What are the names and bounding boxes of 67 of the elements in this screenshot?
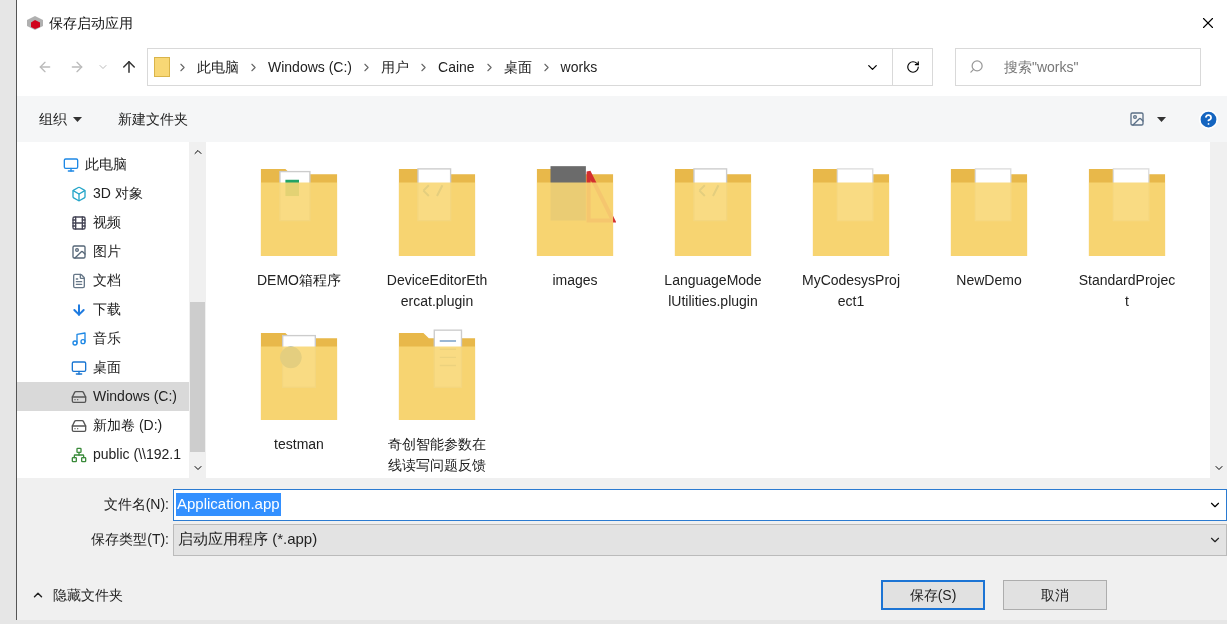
- picture-icon: [1129, 111, 1145, 127]
- folder-item[interactable]: 奇创智能参数在 线读写问题反馈: [368, 322, 506, 482]
- new-folder-button[interactable]: 新建文件夹: [118, 108, 188, 130]
- monitor-icon: [63, 156, 79, 173]
- drive-icon: [71, 388, 87, 405]
- folder-item[interactable]: images: [506, 158, 644, 318]
- sidebar-item[interactable]: 新加卷 (D:): [17, 411, 189, 440]
- sidebar-item[interactable]: 视频: [17, 208, 189, 237]
- sidebar-item[interactable]: 此电脑: [17, 150, 189, 179]
- cancel-button[interactable]: 取消: [1003, 580, 1107, 610]
- folder-item[interactable]: StandardProjec t: [1058, 158, 1196, 318]
- folder-name: MyCodesysProj ect1: [802, 271, 900, 311]
- help-icon[interactable]: [1198, 108, 1219, 130]
- network-drive-icon: [71, 446, 87, 463]
- save-button[interactable]: 保存(S): [881, 580, 985, 610]
- breadcrumb-item[interactable]: 桌面: [501, 56, 534, 78]
- search-icon: [969, 59, 984, 74]
- sidebar-item[interactable]: 3D 对象: [17, 179, 189, 208]
- cube-icon: [71, 185, 87, 202]
- folder-item[interactable]: NewDemo: [920, 158, 1058, 318]
- sidebar-item[interactable]: 音乐: [17, 324, 189, 353]
- caret-icon: [73, 116, 82, 122]
- caret-icon: [1157, 116, 1166, 122]
- folder-item[interactable]: DeviceEditorEth ercat.plugin: [368, 158, 506, 318]
- hide-folders-button[interactable]: 隐藏文件夹: [31, 584, 123, 606]
- folder-name: StandardProjec t: [1078, 271, 1176, 311]
- file-type-dropdown[interactable]: 启动应用程序 (*.app): [173, 523, 1227, 556]
- scrollbar-thumb[interactable]: [190, 302, 205, 452]
- download-icon: [71, 301, 87, 318]
- window-title: 保存启动应用: [49, 13, 133, 33]
- view-options-button[interactable]: [1129, 111, 1166, 127]
- breadcrumb-item[interactable]: 用户: [379, 56, 411, 78]
- folder-icon: [154, 57, 170, 77]
- sidebar-item[interactable]: 图片: [17, 237, 189, 266]
- picture-icon: [71, 243, 87, 260]
- search-field[interactable]: 搜索"works": [955, 48, 1201, 86]
- sidebar-item[interactable]: 文档: [17, 266, 189, 295]
- document-icon: [71, 272, 87, 289]
- sidebar-item[interactable]: 桌面: [17, 353, 189, 382]
- folder-name: 奇创智能参数在 线读写问题反馈: [388, 435, 486, 475]
- folder-item[interactable]: MyCodesysProj ect1: [782, 158, 920, 318]
- folder-item[interactable]: LanguageMode lUtilities.plugin: [644, 158, 782, 318]
- refresh-icon[interactable]: [905, 60, 920, 74]
- sidebar-item[interactable]: 下载: [17, 295, 189, 324]
- folder-name: DeviceEditorEth ercat.plugin: [386, 271, 488, 311]
- folder-item[interactable]: testman: [230, 322, 368, 482]
- sidebar-item[interactable]: public (\\192.1: [17, 440, 189, 469]
- breadcrumb-item[interactable]: Windows (C:): [266, 56, 354, 78]
- desktop-icon: [71, 359, 87, 376]
- drive-icon: [71, 417, 87, 434]
- music-icon: [71, 330, 87, 347]
- breadcrumb-item[interactable]: Caine: [436, 56, 477, 78]
- app-logo-icon: [27, 16, 43, 30]
- address-bar[interactable]: 此电脑 Windows (C:) 用户 Caine 桌面 works: [147, 48, 933, 86]
- breadcrumb-item[interactable]: 此电脑: [195, 56, 241, 78]
- sidebar-item[interactable]: Windows (C:): [17, 382, 189, 411]
- folder-name: DEMO箱程序: [257, 271, 341, 290]
- folder-name: images: [552, 271, 598, 290]
- folder-name: testman: [274, 435, 324, 454]
- breadcrumb-item[interactable]: works: [558, 56, 600, 78]
- folder-name: LanguageMode lUtilities.plugin: [664, 271, 762, 311]
- folder-item[interactable]: DEMO箱程序: [230, 158, 368, 318]
- folder-name: NewDemo: [956, 271, 1022, 290]
- organize-menu-button[interactable]: 组织: [39, 108, 82, 130]
- field-label: 文件名(N):: [102, 495, 170, 514]
- field-label: 保存类型(T):: [90, 530, 170, 549]
- film-icon: [71, 214, 87, 231]
